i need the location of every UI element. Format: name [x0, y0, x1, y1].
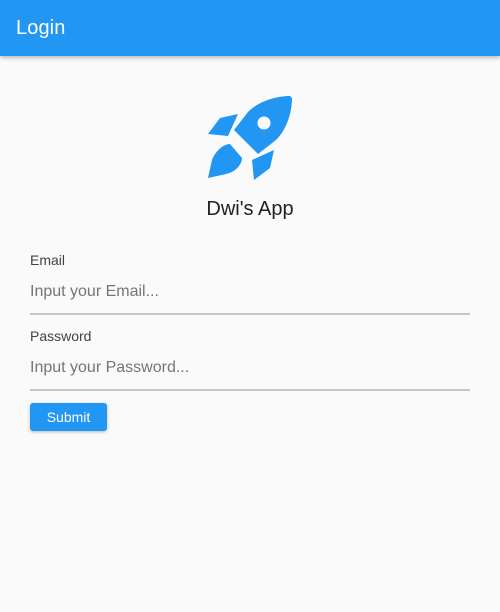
email-underline — [30, 313, 470, 315]
submit-button[interactable]: Submit — [30, 403, 107, 431]
email-field[interactable] — [30, 272, 470, 312]
page-title: Login — [16, 16, 66, 39]
email-label: Email — [30, 252, 66, 268]
password-underline — [30, 389, 470, 391]
password-label: Password — [30, 328, 92, 344]
rocket-icon — [208, 96, 292, 180]
app-bar: Login — [0, 0, 500, 56]
password-field[interactable] — [30, 348, 470, 388]
app-name: Dwi's App — [206, 198, 294, 220]
